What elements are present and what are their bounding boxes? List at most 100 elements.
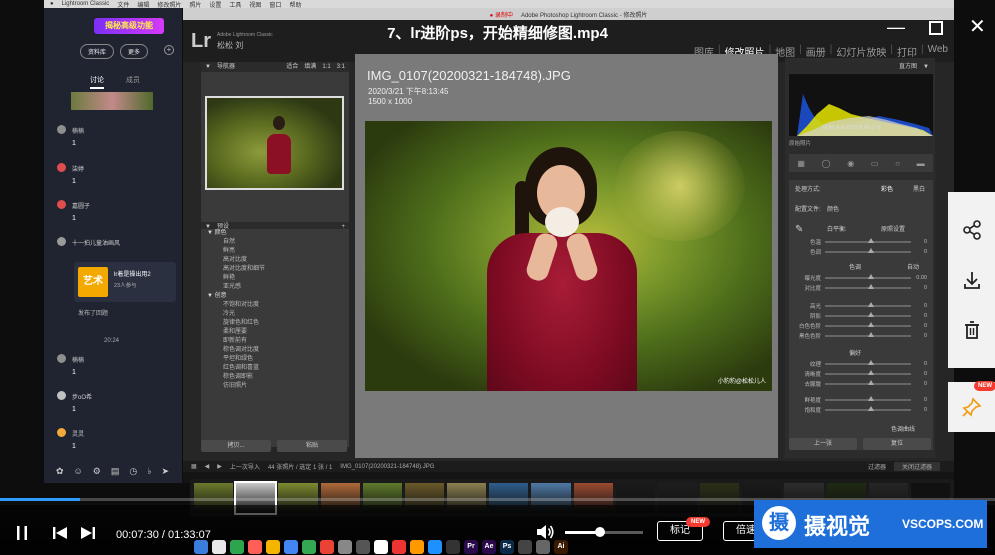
navigator-header[interactable]: ▼ 导航器 适合 填满 1:1 3:1: [201, 62, 349, 72]
flower-icon[interactable]: ✿: [56, 466, 64, 477]
slider-knob[interactable]: [868, 238, 874, 243]
preset-item[interactable]: 柔和厘要: [201, 328, 349, 337]
clarity-slider[interactable]: 清晰度 0: [795, 370, 927, 378]
pause-icon[interactable]: [14, 525, 30, 546]
slider-track[interactable]: [825, 248, 911, 253]
more-button[interactable]: 更多: [120, 44, 149, 59]
module-book[interactable]: 画册: [806, 44, 826, 59]
nav-mode-3-1[interactable]: 3:1: [337, 62, 345, 72]
slider-track[interactable]: [825, 406, 911, 411]
slider-value[interactable]: 0: [915, 333, 927, 339]
grid-icon[interactable]: ▦: [191, 463, 197, 470]
minimize-icon[interactable]: —: [887, 18, 905, 36]
dock-app-icon[interactable]: Pr: [464, 540, 478, 554]
dock-app-icon[interactable]: [428, 540, 442, 554]
slider-track[interactable]: [825, 370, 911, 375]
tab-members[interactable]: 成员: [126, 75, 140, 89]
photo[interactable]: 小豹豹@松松儿人: [365, 121, 772, 391]
slider-track[interactable]: [825, 274, 911, 279]
slider-knob[interactable]: [868, 322, 874, 327]
module-print[interactable]: 打印: [897, 44, 917, 59]
preset-item[interactable]: 红色调和喜蓝: [201, 364, 349, 373]
tone-curve-header[interactable]: 色调曲线: [891, 424, 915, 433]
crop-icon[interactable]: ▦: [797, 159, 805, 168]
highlights-slider[interactable]: 高光 0: [795, 302, 927, 310]
dock-app-icon[interactable]: [446, 540, 460, 554]
whites-slider[interactable]: 白色色阶 0: [795, 322, 927, 330]
pin-icon[interactable]: [962, 397, 982, 417]
treatment-color[interactable]: 彩色: [881, 184, 893, 193]
settings-icon[interactable]: ⚙: [93, 466, 101, 477]
slider-track[interactable]: [825, 380, 911, 385]
dock-app-icon[interactable]: [230, 540, 244, 554]
shadows-slider[interactable]: 阴影 0: [795, 312, 927, 320]
dock-app-icon[interactable]: [320, 540, 334, 554]
image-canvas[interactable]: IMG_0107(20200321-184748).JPG 2020/3/21 …: [355, 54, 798, 458]
redeye-icon[interactable]: ◉: [847, 159, 854, 168]
tab-discussion[interactable]: 讨论: [90, 75, 104, 89]
slider-value[interactable]: 0: [915, 397, 927, 403]
slider-track[interactable]: [825, 238, 911, 243]
exposure-slider[interactable]: 曝光度 0.00: [795, 274, 927, 282]
nav-mode-fit[interactable]: 适合: [286, 62, 298, 72]
dock-app-icon[interactable]: Ai: [554, 540, 568, 554]
maximize-icon[interactable]: [929, 21, 943, 35]
dock-app-icon[interactable]: [518, 540, 532, 554]
reset-button[interactable]: 复位: [863, 438, 931, 450]
preset-item[interactable]: 棕色调对比度: [201, 346, 349, 355]
paste-button[interactable]: 粘贴: [277, 440, 347, 452]
image-icon[interactable]: ▤: [111, 466, 120, 477]
vibrance-slider[interactable]: 鲜艳度 0: [795, 396, 927, 404]
slider-knob[interactable]: [868, 302, 874, 307]
progress-fill[interactable]: [0, 498, 81, 501]
slider-knob[interactable]: [868, 248, 874, 253]
chat-image-thumbnail[interactable]: [71, 92, 153, 110]
slider-value[interactable]: 0.00: [915, 275, 927, 281]
time-icon[interactable]: ◷: [129, 466, 137, 477]
dock-app-icon[interactable]: Ps: [500, 540, 514, 554]
slider-value[interactable]: 0: [915, 313, 927, 319]
slider-knob[interactable]: [868, 406, 874, 411]
preset-item[interactable]: 高对比度: [201, 256, 349, 265]
copy-button[interactable]: 拷贝...: [201, 440, 271, 452]
wb-select[interactable]: 原照设置: [881, 224, 905, 233]
graduated-filter-icon[interactable]: ▭: [871, 159, 879, 168]
auto-button[interactable]: 自动: [907, 262, 919, 271]
delete-icon[interactable]: [962, 320, 982, 340]
close-icon[interactable]: ✕: [969, 17, 986, 37]
dock-app-icon[interactable]: [284, 540, 298, 554]
preset-item[interactable]: 鲜艳: [201, 274, 349, 283]
share-icon[interactable]: [962, 220, 982, 240]
previous-icon[interactable]: [52, 525, 68, 546]
saturation-slider[interactable]: 饱和度 0: [795, 406, 927, 414]
temp-slider[interactable]: 色温 0: [795, 238, 927, 246]
radial-filter-icon[interactable]: ○: [895, 159, 900, 168]
slider-knob[interactable]: [868, 360, 874, 365]
preset-item[interactable]: 平坦和绿色: [201, 355, 349, 364]
dock-app-icon[interactable]: [356, 540, 370, 554]
eyedropper-icon[interactable]: ✎: [795, 224, 803, 235]
blacks-slider[interactable]: 黑色色阶 0: [795, 332, 927, 340]
profile-select[interactable]: 颜色: [827, 204, 839, 213]
treatment-bw[interactable]: 黑白: [913, 184, 925, 193]
slider-knob[interactable]: [868, 312, 874, 317]
tint-slider[interactable]: 色调 0: [795, 248, 927, 256]
dock-app-icon[interactable]: [392, 540, 406, 554]
slider-track[interactable]: [825, 360, 911, 365]
slider-track[interactable]: [825, 396, 911, 401]
download-icon[interactable]: [962, 270, 982, 290]
slider-value[interactable]: 0: [915, 381, 927, 387]
dock-app-icon[interactable]: [536, 540, 550, 554]
spot-removal-icon[interactable]: ◯: [822, 159, 831, 168]
preset-item[interactable]: 高对比度和细节: [201, 265, 349, 274]
preset-item[interactable]: 仿旧照片: [201, 382, 349, 391]
shared-card[interactable]: 艺术 lr着是操出用2 23人参与: [74, 262, 176, 302]
preset-item[interactable]: 棕色调即影: [201, 373, 349, 382]
slider-value[interactable]: 0: [915, 361, 927, 367]
preset-item[interactable]: 亚光感: [201, 283, 349, 292]
nav-mode-1-1[interactable]: 1:1: [322, 62, 330, 72]
send-icon[interactable]: ➤: [161, 466, 169, 477]
slider-value[interactable]: 0: [915, 285, 927, 291]
slider-value[interactable]: 0: [915, 371, 927, 377]
slider-value[interactable]: 0: [915, 249, 927, 255]
